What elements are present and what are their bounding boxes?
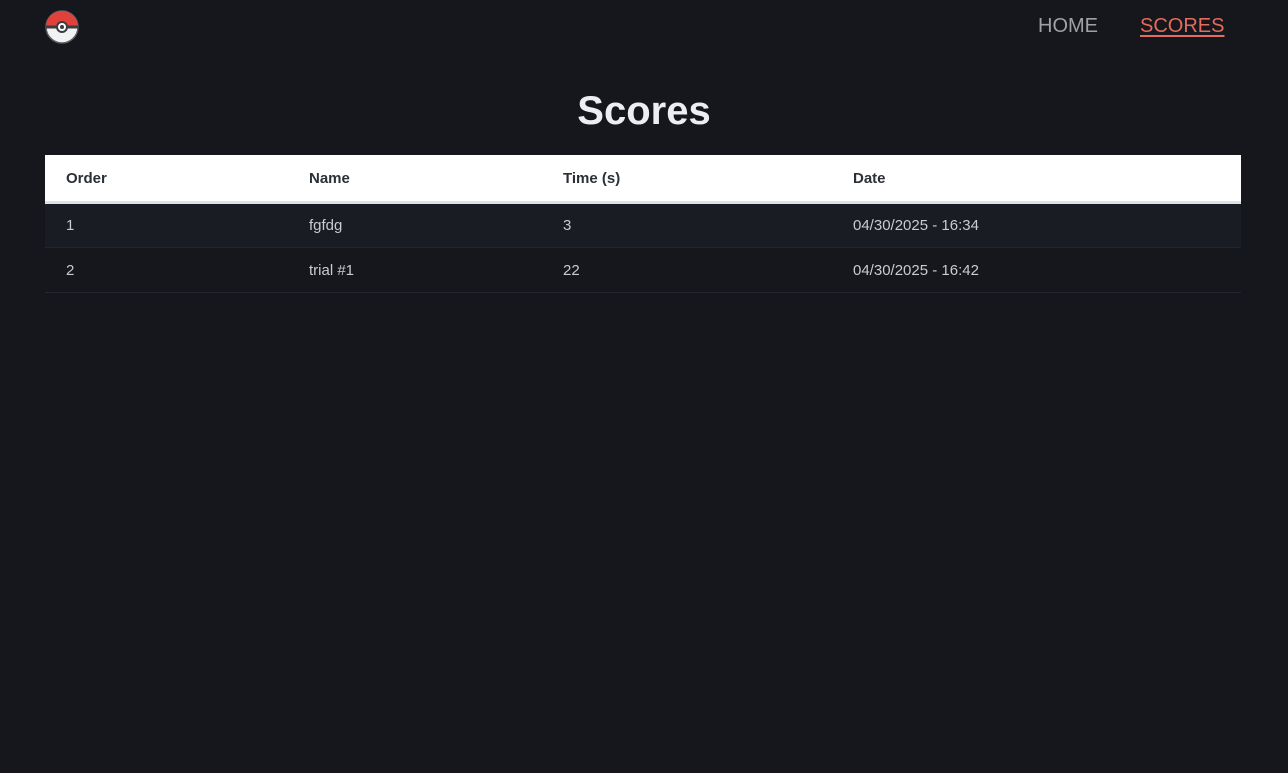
table-row: 2 trial #1 22 04/30/2025 - 16:42: [45, 247, 1241, 293]
table-row: 1 fgfdg 3 04/30/2025 - 16:34: [45, 202, 1241, 248]
column-header-date[interactable]: Date: [832, 155, 1241, 203]
column-header-name[interactable]: Name: [288, 155, 542, 203]
cell-date: 04/30/2025 - 16:34: [853, 217, 979, 234]
cell-name: trial #1: [309, 261, 355, 279]
column-header-time[interactable]: Time (s): [542, 155, 832, 203]
page-title: Scores: [577, 89, 711, 133]
cell-time: 22: [563, 261, 580, 279]
scores-table: Order Name Time (s) Date 1 fgfdg 3 04/30…: [45, 155, 1241, 293]
navbar: HOME SCORES: [0, 0, 1288, 54]
column-header-order[interactable]: Order: [45, 155, 288, 203]
pokeball-icon[interactable]: [45, 10, 79, 44]
nav-home-link[interactable]: HOME: [1038, 14, 1098, 38]
cell-name: fgfdg: [309, 217, 343, 234]
cell-time: 3: [563, 217, 572, 234]
table-header-row: Order Name Time (s) Date: [45, 155, 1241, 203]
cell-order: 2: [66, 261, 75, 279]
cell-date: 04/30/2025 - 16:42: [853, 261, 979, 279]
cell-order: 1: [66, 217, 75, 234]
nav-scores-link[interactable]: SCORES: [1140, 14, 1224, 38]
